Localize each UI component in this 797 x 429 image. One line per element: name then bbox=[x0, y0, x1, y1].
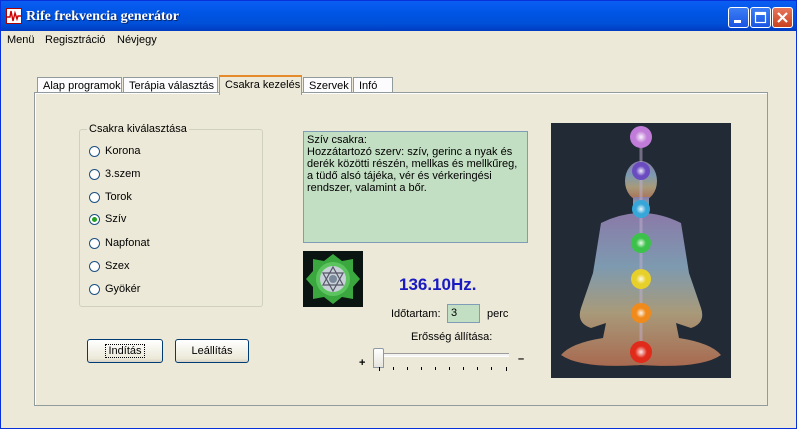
radio-indicator[interactable] bbox=[89, 238, 100, 249]
chakra-description-box[interactable]: Szív csakra: Hozzátartozó szerv: szív, g… bbox=[303, 131, 528, 243]
menu-registration[interactable]: Regisztráció bbox=[45, 34, 106, 46]
duration-input[interactable]: 3 bbox=[447, 304, 480, 323]
frequency-display: 136.10Hz. bbox=[399, 275, 477, 294]
radio-indicator[interactable] bbox=[89, 169, 100, 180]
stop-button[interactable]: Leállítás bbox=[175, 339, 249, 363]
chakra-figure-image bbox=[551, 123, 731, 378]
title-bar[interactable]: Rife frekvencia generátor bbox=[1, 1, 796, 31]
close-icon bbox=[777, 12, 788, 23]
radio-label: Korona bbox=[105, 145, 141, 157]
radio-3szem[interactable]: 3.szem bbox=[89, 168, 249, 182]
minimize-button[interactable] bbox=[728, 7, 749, 28]
radio-label: 3.szem bbox=[105, 168, 141, 180]
maximize-button[interactable] bbox=[750, 7, 771, 28]
radio-label: Szív bbox=[105, 213, 127, 225]
radio-gyoker[interactable]: Gyökér bbox=[89, 283, 249, 297]
menu-bar: Menü Regisztráció Névjegy bbox=[1, 32, 796, 50]
strength-plus-label: + bbox=[359, 357, 366, 369]
radio-torok[interactable]: Torok bbox=[89, 191, 249, 205]
duration-label: Időtartam: bbox=[391, 308, 441, 320]
minimize-icon bbox=[734, 20, 741, 23]
radio-indicator[interactable] bbox=[89, 192, 100, 203]
app-icon[interactable] bbox=[6, 8, 22, 24]
radio-szex[interactable]: Szex bbox=[89, 260, 249, 274]
chakra-group-legend: Csakra kiválasztása bbox=[87, 123, 189, 135]
tab-chakra-treatment[interactable]: Csakra kezelés bbox=[219, 75, 302, 95]
radio-napfonat[interactable]: Napfonat bbox=[89, 237, 249, 251]
radio-sziv[interactable]: Szív bbox=[89, 213, 249, 227]
radio-label: Gyökér bbox=[105, 283, 141, 295]
radio-label: Torok bbox=[105, 191, 132, 203]
strength-slider-thumb[interactable] bbox=[373, 348, 384, 368]
start-button-label: Indítás bbox=[105, 344, 145, 358]
radio-indicator[interactable] bbox=[89, 261, 100, 272]
strength-minus-label: – bbox=[518, 353, 525, 365]
radio-korona[interactable]: Korona bbox=[89, 145, 249, 159]
radio-indicator[interactable] bbox=[89, 146, 100, 157]
description-title: Szív csakra: bbox=[307, 134, 367, 146]
close-button[interactable] bbox=[772, 7, 793, 28]
radio-indicator-selected[interactable] bbox=[89, 214, 100, 225]
start-button[interactable]: Indítás bbox=[87, 339, 163, 363]
radio-label: Szex bbox=[105, 260, 130, 272]
menu-menu[interactable]: Menü bbox=[7, 34, 35, 46]
window-title: Rife frekvencia generátor bbox=[26, 9, 179, 24]
maximize-icon bbox=[754, 11, 767, 24]
strength-slider-track[interactable] bbox=[379, 353, 509, 357]
app-window: Rife frekvencia generátor Menü Regisztrá… bbox=[0, 0, 797, 429]
strength-slider-ticks bbox=[379, 367, 507, 371]
mandala-image bbox=[303, 251, 363, 307]
description-body: Hozzátartozó szerv: szív, gerinc a nyak … bbox=[307, 146, 518, 194]
radio-indicator[interactable] bbox=[89, 284, 100, 295]
menu-about[interactable]: Névjegy bbox=[117, 34, 157, 46]
radio-label: Napfonat bbox=[105, 237, 150, 249]
duration-unit: perc bbox=[487, 308, 509, 320]
strength-label: Erősség állítása: bbox=[411, 331, 493, 343]
